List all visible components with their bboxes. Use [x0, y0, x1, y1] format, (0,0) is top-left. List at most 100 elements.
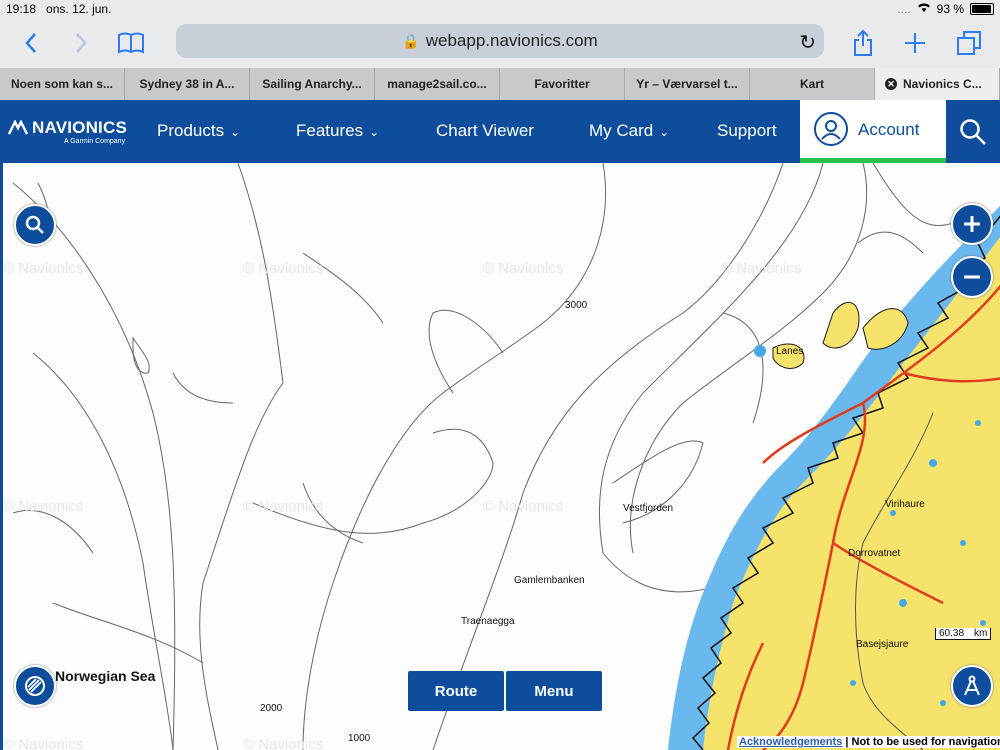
tabs-icon: [957, 31, 981, 55]
account-label: Account: [858, 120, 920, 139]
tab-label: Yr – Værvarsel t...: [636, 77, 738, 91]
nav-chart-viewer-label: Chart Viewer: [436, 121, 534, 140]
watermark: © Navionics: [243, 260, 324, 277]
browser-tab[interactable]: manage2sail.co...: [375, 68, 500, 100]
plus-icon: [964, 216, 980, 232]
map-label-place: Vestfjorden: [623, 503, 674, 514]
browser-tab[interactable]: Noen som kan s...: [0, 68, 125, 100]
bottom-buttons: Route Menu: [408, 671, 602, 711]
watermark: © Navionics: [3, 498, 84, 515]
url-text: webapp.navionics.com: [425, 31, 598, 50]
nav-features[interactable]: Features ⌄: [296, 121, 379, 141]
measure-button[interactable]: [951, 665, 993, 707]
navionics-logo-icon: [8, 120, 28, 135]
map-canvas: [12, 163, 1000, 750]
watermark: © Navionics: [721, 260, 802, 277]
tab-label: Navionics C...: [903, 77, 982, 91]
layers-icon: [25, 676, 45, 696]
chevron-down-icon: ⌄: [659, 125, 670, 139]
browser-toolbar: 🔒 webapp.navionics.com ↻: [0, 18, 1000, 68]
map-label-depth: 2000: [260, 703, 283, 714]
status-time: 19:18: [6, 2, 37, 16]
chevron-right-icon: [76, 33, 87, 53]
browser-tab[interactable]: Sailing Anarchy...: [250, 68, 375, 100]
route-button[interactable]: Route: [408, 671, 504, 711]
status-left: 19:18 ons. 12. jun.: [6, 2, 111, 16]
battery-icon: [970, 3, 994, 15]
tab-label: manage2sail.co...: [387, 77, 487, 91]
compass-icon: [964, 675, 980, 696]
watermark: © Navionics: [3, 260, 84, 277]
browser-tab[interactable]: Kart: [750, 68, 875, 100]
zoom-in-button[interactable]: [951, 203, 993, 245]
browser-tab[interactable]: Yr – Værvarsel t...: [625, 68, 750, 100]
map-search-button[interactable]: [14, 204, 56, 246]
tab-label: Sailing Anarchy...: [262, 77, 362, 91]
browser-tab[interactable]: Favoritter: [500, 68, 625, 100]
site-nav: NAVIONICS A Garmin Company Products ⌄ Fea…: [0, 100, 1000, 163]
chevron-down-icon: ⌄: [369, 125, 380, 139]
lock-icon: 🔒: [402, 32, 420, 49]
nav-products-label: Products: [157, 121, 225, 140]
disclaimer-text: | Not to be used for navigation: [845, 736, 1000, 748]
status-bar: 19:18 ons. 12. jun. .... 93 %: [0, 0, 1000, 18]
nav-my-card[interactable]: My Card ⌄: [589, 121, 669, 141]
book-icon: [118, 32, 144, 54]
bookmarks-button[interactable]: [114, 26, 148, 60]
share-button[interactable]: [846, 26, 880, 60]
battery-fill: [972, 5, 991, 13]
watermark: © Navionics: [3, 736, 84, 750]
browser-tab-active[interactable]: ✕ Navionics C...: [875, 68, 1000, 100]
forward-button[interactable]: [64, 26, 98, 60]
logo-text: NAVIONICS: [32, 118, 127, 137]
map-label-place: Gamlembanken: [514, 575, 585, 586]
scale-value: 60.38: [939, 628, 965, 639]
wifi-icon: [917, 2, 931, 16]
map-label-place: Basejsjaure: [856, 639, 909, 650]
tabs-overview-button[interactable]: [952, 26, 986, 60]
search-icon: [25, 215, 44, 234]
map-label-place: Dorrovatnet: [848, 548, 901, 559]
tab-label: Kart: [799, 77, 824, 91]
new-tab-button[interactable]: [898, 26, 932, 60]
chevron-left-icon: [25, 33, 36, 53]
watermark: © Navionics: [483, 260, 564, 277]
map-label-place: Virihaure: [885, 499, 925, 510]
nautical-chart-map[interactable]: © Navionics © Navionics © Navionics © Na…: [0, 163, 1000, 750]
acknowledgements-link[interactable]: Acknowledgements: [739, 736, 842, 748]
nav-search-button[interactable]: [946, 100, 1000, 163]
reload-icon[interactable]: ↻: [799, 30, 816, 55]
map-label-place: Lanes: [776, 346, 804, 357]
tab-label: Sydney 38 in A...: [139, 77, 235, 91]
watermark: © Navionics: [243, 736, 324, 750]
map-footer: Acknowledgements | Not to be used for na…: [737, 736, 1000, 748]
nav-support[interactable]: Support: [717, 121, 777, 141]
close-tab-icon[interactable]: ✕: [885, 78, 897, 90]
back-button[interactable]: [14, 26, 48, 60]
user-icon: [814, 112, 848, 146]
account-button[interactable]: Account: [800, 100, 946, 163]
status-right: .... 93 %: [897, 2, 994, 16]
chevron-down-icon: ⌄: [230, 125, 241, 139]
search-icon: [960, 118, 986, 145]
scale-bar: 60.38 km: [935, 628, 992, 640]
map-label-depth: 1000: [348, 733, 371, 744]
nav-products[interactable]: Products ⌄: [157, 121, 240, 141]
menu-button[interactable]: Menu: [506, 671, 602, 711]
map-label-place: Traenaegga: [461, 616, 515, 627]
layers-button[interactable]: [14, 665, 56, 707]
nav-chart-viewer[interactable]: Chart Viewer: [436, 121, 534, 141]
zoom-out-button[interactable]: [951, 256, 993, 298]
nav-features-label: Features: [296, 121, 364, 140]
sea-name-label: Norwegian Sea: [55, 668, 156, 684]
browser-tab[interactable]: Sydney 38 in A...: [125, 68, 250, 100]
map-label-depth: 3000: [565, 300, 588, 311]
plus-icon: [905, 33, 925, 53]
minus-icon: [964, 275, 980, 279]
signal-indicator: ....: [897, 2, 911, 16]
url-bar[interactable]: 🔒 webapp.navionics.com ↻: [176, 24, 824, 58]
navionics-logo[interactable]: NAVIONICS A Garmin Company: [8, 118, 127, 145]
tab-label: Favoritter: [534, 77, 590, 91]
browser-tabs: Noen som kan s... Sydney 38 in A... Sail…: [0, 68, 1000, 100]
nav-my-card-label: My Card: [589, 121, 654, 140]
